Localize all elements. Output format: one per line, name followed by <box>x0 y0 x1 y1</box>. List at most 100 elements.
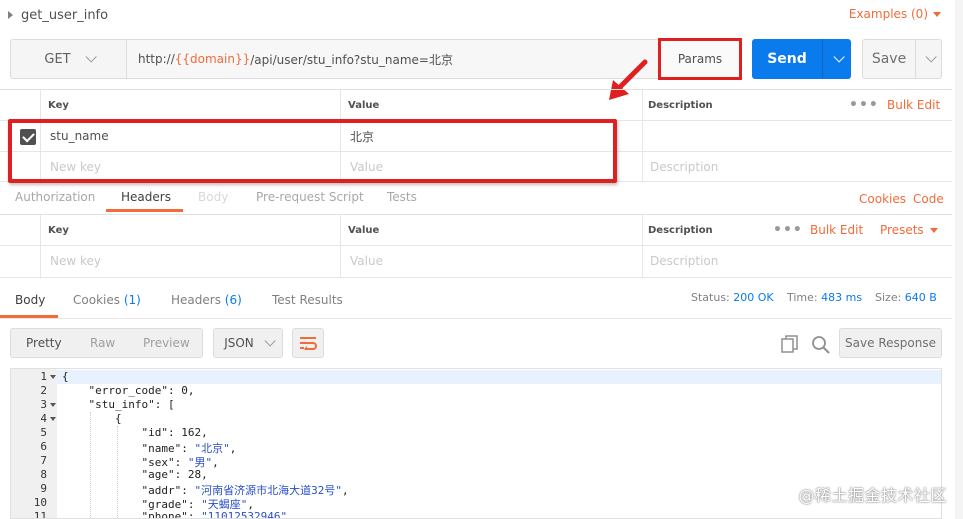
url-variable: {{domain}} <box>174 52 251 66</box>
view-mode-group: Pretty Raw Preview <box>10 328 203 358</box>
examples-label: Examples (0) <box>848 7 928 21</box>
scrollbar[interactable] <box>955 0 963 519</box>
line-number: 3 <box>40 398 47 411</box>
indent-guide <box>90 412 91 518</box>
size-value: 640 B <box>904 291 937 304</box>
tab-headers[interactable]: Headers <box>121 190 171 204</box>
tab-tests[interactable]: Tests <box>387 190 417 204</box>
code-punct: , <box>341 484 349 497</box>
presets-label: Presets <box>880 223 924 237</box>
fold-toggle-icon[interactable] <box>50 403 56 407</box>
wrap-lines-button[interactable] <box>292 328 324 358</box>
line-number: 1 <box>40 370 47 383</box>
params-button[interactable]: Params <box>658 38 742 80</box>
code-line: "id": 162, <box>62 426 208 439</box>
code-string: "11012532946" <box>201 510 288 519</box>
more-options-icon[interactable]: ••• <box>849 90 879 120</box>
save-response-button[interactable]: Save Response <box>839 328 942 358</box>
tab-pre-request-script[interactable]: Pre-request Script <box>256 190 364 204</box>
watermark: @稀土掘金技术社区 <box>798 486 947 505</box>
code-line: "stu_info": [ <box>62 398 175 411</box>
tab-response-cookies[interactable]: Cookies (1) <box>73 293 141 307</box>
code-link[interactable]: Code <box>913 192 944 206</box>
status-value: 200 OK <box>733 291 774 304</box>
search-icon[interactable] <box>811 335 830 354</box>
response-tabs: Body Cookies (1) Headers (6) Test Result… <box>0 288 952 318</box>
tab-test-results[interactable]: Test Results <box>272 293 343 307</box>
column-value: Value <box>348 99 380 111</box>
send-label: Send <box>767 51 807 67</box>
request-name[interactable]: get_user_info <box>8 6 108 24</box>
more-options-icon[interactable]: ••• <box>773 215 803 245</box>
line-number: 11 <box>33 510 47 519</box>
bulk-edit-link[interactable]: Bulk Edit <box>887 90 940 120</box>
time-info: Time: 483 ms <box>787 291 862 304</box>
save-options-button[interactable] <box>915 40 941 78</box>
time-label: Time: <box>787 291 818 304</box>
request-tabs: Authorization Headers Body Pre-request S… <box>0 185 952 213</box>
headers-count: (6) <box>224 293 242 307</box>
new-key-input[interactable]: New key <box>50 246 101 276</box>
time-value: 483 ms <box>821 291 863 304</box>
code-punct: , <box>287 510 294 519</box>
chevron-down-icon <box>85 51 97 63</box>
line-number: 6 <box>40 440 47 453</box>
examples-dropdown[interactable]: Examples (0) <box>849 7 941 21</box>
headers-table: Key Value Description ••• Bulk Edit Pres… <box>0 214 952 278</box>
annotation-highlight-box <box>8 119 617 183</box>
presets-dropdown[interactable]: Presets <box>880 215 938 245</box>
method-select[interactable]: GET <box>10 39 127 79</box>
code-line: { <box>62 370 69 383</box>
new-description-input[interactable]: Description <box>650 152 718 182</box>
collapse-caret-icon[interactable] <box>8 11 13 19</box>
send-options-button[interactable] <box>822 39 851 79</box>
divider <box>0 318 952 319</box>
cookies-link[interactable]: Cookies <box>859 192 906 206</box>
code-punct: , <box>229 442 237 455</box>
view-raw-button[interactable]: Raw <box>90 336 115 350</box>
code-key: "phone": <box>62 510 202 519</box>
column-value: Value <box>348 224 380 236</box>
url-suffix: /api/user/stu_info?stu_name=北京 <box>250 52 453 67</box>
tab-label: Cookies <box>73 293 120 307</box>
format-select[interactable]: JSON <box>213 328 283 358</box>
save-button[interactable]: Save <box>862 39 942 79</box>
column-description: Description <box>648 99 713 111</box>
active-tab-indicator <box>106 209 183 212</box>
format-label: JSON <box>224 336 254 350</box>
code-line: "error_code": 0, <box>62 384 195 397</box>
line-number: 7 <box>40 454 47 467</box>
column-key: Key <box>48 224 69 236</box>
code-line: "phone": "11012532946", <box>62 510 294 519</box>
copy-icon[interactable] <box>781 335 799 353</box>
line-number: 8 <box>40 468 47 481</box>
line-number: 10 <box>33 496 47 509</box>
chevron-down-icon <box>264 335 276 347</box>
request-name-label: get_user_info <box>21 7 109 23</box>
view-pretty-button[interactable]: Pretty <box>26 336 62 350</box>
new-description-input[interactable]: Description <box>650 246 718 276</box>
column-key: Key <box>48 99 69 111</box>
send-button[interactable]: Send <box>752 39 851 79</box>
size-label: Size: <box>875 291 902 304</box>
method-label: GET <box>44 51 71 67</box>
tab-response-headers[interactable]: Headers (6) <box>171 293 242 307</box>
active-line-highlight <box>57 370 941 384</box>
new-value-input[interactable]: Value <box>350 246 383 276</box>
code-line: "age": 28, <box>62 468 208 481</box>
bulk-edit-link[interactable]: Bulk Edit <box>810 215 863 245</box>
fold-toggle-icon[interactable] <box>50 375 56 379</box>
size-info: Size: 640 B <box>875 291 937 304</box>
cookies-count: (1) <box>123 293 141 307</box>
tab-authorization[interactable]: Authorization <box>15 190 95 204</box>
line-number: 4 <box>40 412 47 425</box>
caret-down-icon <box>933 11 941 17</box>
code-line: { <box>62 412 122 425</box>
view-preview-button[interactable]: Preview <box>143 336 190 350</box>
status-info: Status: 200 OK <box>691 291 774 304</box>
tab-body[interactable]: Body <box>198 190 228 204</box>
params-label: Params <box>677 52 723 66</box>
tab-response-body[interactable]: Body <box>15 293 45 307</box>
fold-toggle-icon[interactable] <box>50 417 56 421</box>
params-table-header: Key Value Description ••• Bulk Edit <box>0 90 952 120</box>
